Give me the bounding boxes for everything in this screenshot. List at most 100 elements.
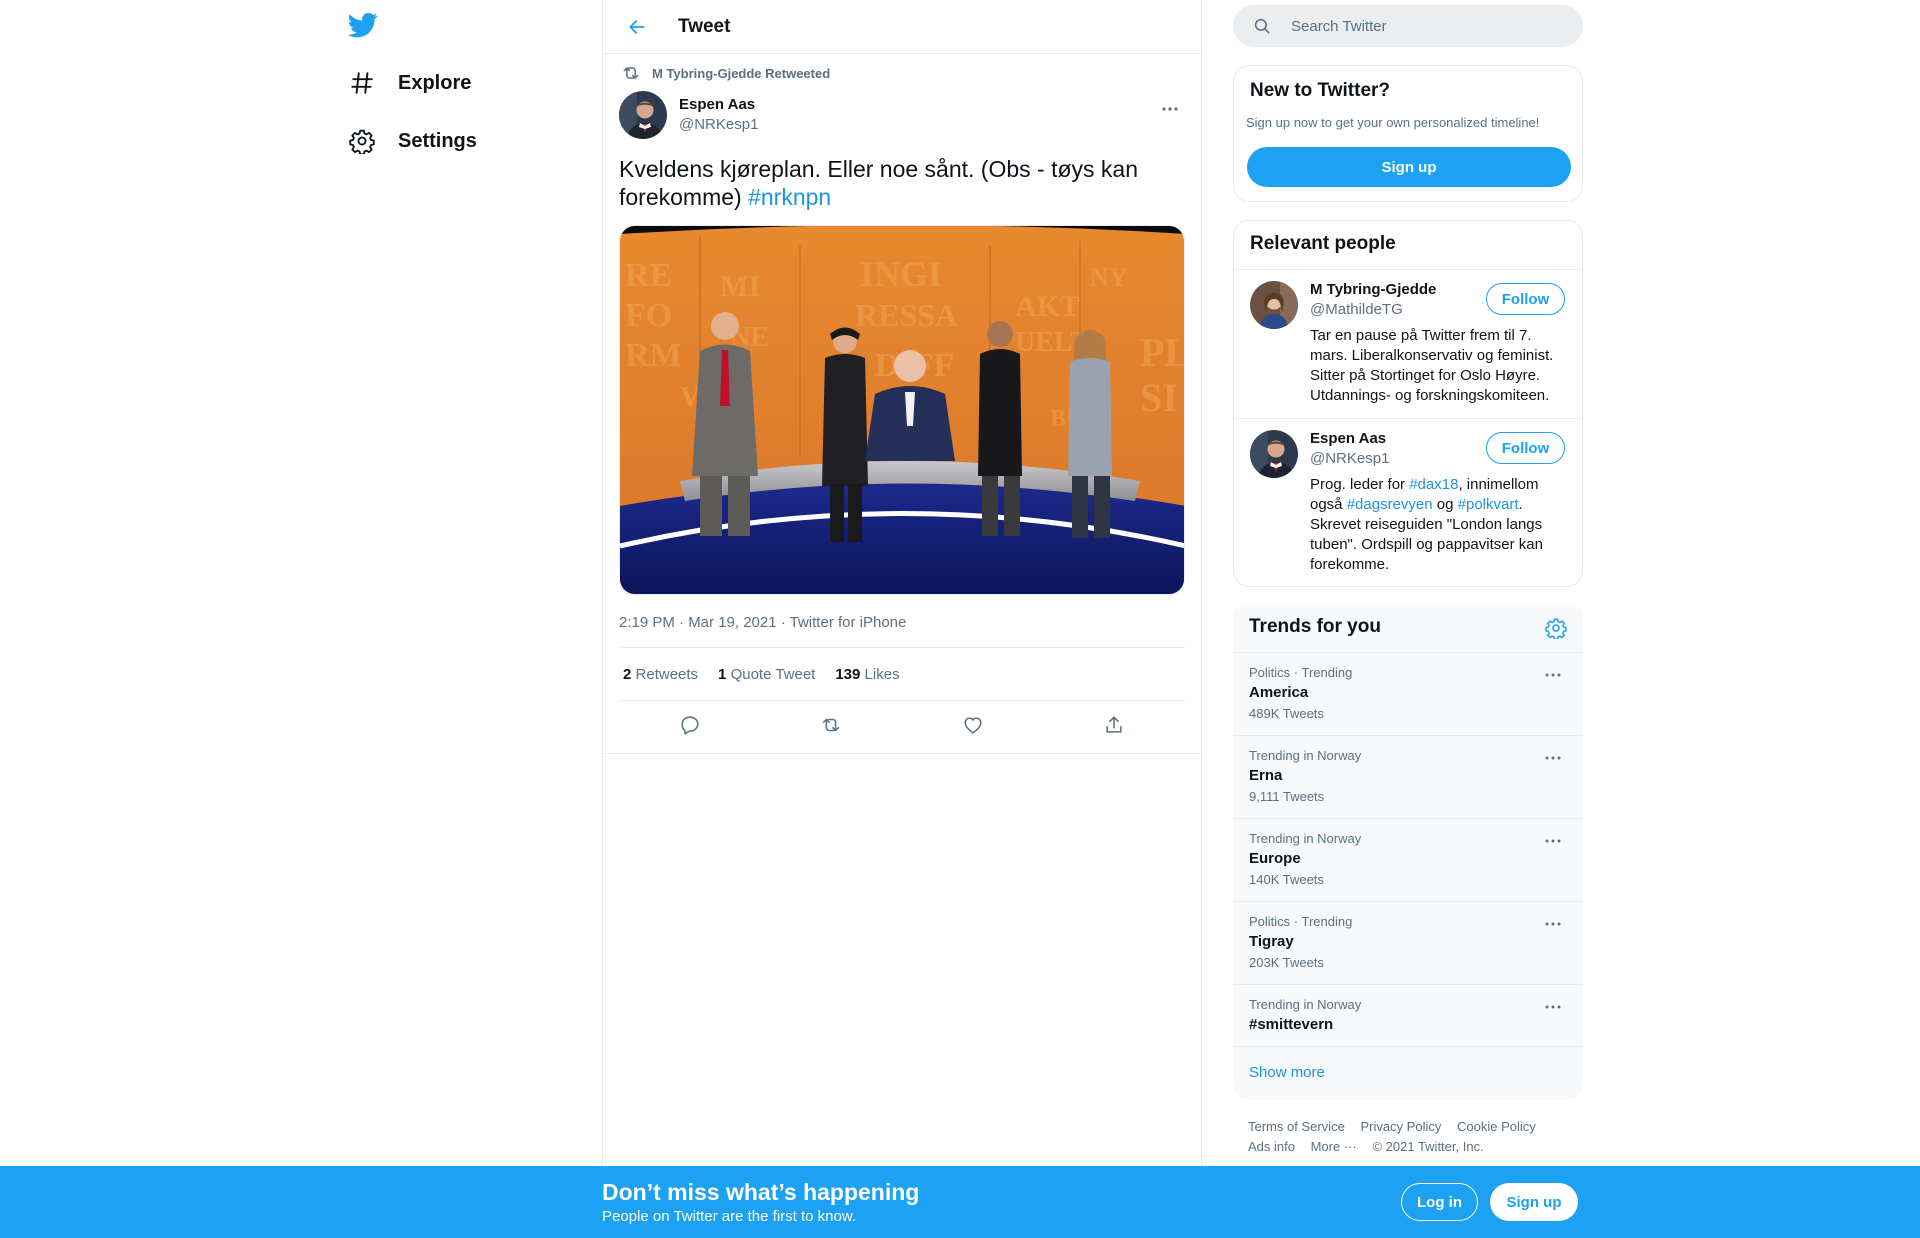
avatar[interactable] bbox=[1250, 430, 1298, 478]
nav-item-label: Explore bbox=[398, 71, 472, 94]
svg-text:AKT: AKT bbox=[1015, 290, 1080, 323]
trends-card: Trends for you Politics · Trending Ameri… bbox=[1233, 603, 1583, 1100]
svg-text:NY: NY bbox=[1090, 263, 1128, 292]
tweet-more-button[interactable] bbox=[1155, 94, 1185, 124]
follow-button[interactable]: Follow bbox=[1486, 432, 1565, 464]
ads-info-link[interactable]: Ads info bbox=[1248, 1139, 1295, 1154]
arrow-left-icon bbox=[627, 17, 647, 37]
twitter-bird-icon[interactable] bbox=[348, 10, 378, 40]
tweet-detail: M Tybring-Gjedde Retweeted Espen Aas @NR… bbox=[603, 56, 1201, 749]
svg-text:PL: PL bbox=[1140, 330, 1185, 375]
banner-title: Don’t miss what’s happening bbox=[602, 1179, 920, 1205]
trend-item[interactable]: Trending in Norway Europe 140K Tweets bbox=[1233, 818, 1583, 902]
trend-count: 9,111 Tweets bbox=[1249, 789, 1325, 804]
trend-name: #smittevern bbox=[1249, 1016, 1334, 1033]
quote-tweets-stat[interactable]: 1 Quote Tweet bbox=[718, 666, 815, 683]
nav-item-label: Settings bbox=[398, 129, 477, 152]
trend-meta: Trending in Norway bbox=[1249, 748, 1362, 763]
trend-count: 489K Tweets bbox=[1249, 706, 1324, 721]
more-icon[interactable] bbox=[1539, 665, 1567, 685]
author-names: Espen Aas @NRKesp1 bbox=[679, 95, 758, 135]
trend-meta: Trending in Norway bbox=[1249, 997, 1362, 1012]
divider bbox=[1234, 418, 1582, 419]
show-more-link[interactable]: Show more bbox=[1249, 1064, 1325, 1081]
card-subtitle: Sign up now to get your own personalized… bbox=[1246, 115, 1540, 130]
trend-item[interactable]: Trending in Norway #smittevern bbox=[1233, 984, 1583, 1047]
person-handle[interactable]: @NRKesp1 bbox=[1310, 450, 1389, 467]
svg-text:MI: MI bbox=[720, 270, 760, 303]
search-box[interactable] bbox=[1233, 5, 1583, 47]
search-input[interactable] bbox=[1289, 16, 1553, 36]
cookie-link[interactable]: Cookie Policy bbox=[1457, 1119, 1536, 1134]
card-title: Relevant people bbox=[1250, 233, 1396, 254]
retweet-context: M Tybring-Gjedde Retweeted bbox=[621, 56, 1185, 90]
card-title: New to Twitter? bbox=[1250, 80, 1391, 101]
new-to-twitter-card: New to Twitter? Sign up now to get your … bbox=[1233, 65, 1583, 202]
tweet-body: Kveldens kjøreplan. Eller noe sånt. (Obs… bbox=[619, 156, 1138, 210]
signup-banner: Don’t miss what’s happening People on Tw… bbox=[0, 1166, 1920, 1238]
main-column: Tweet M Tybring-Gjedde Retweeted Espen A… bbox=[602, 0, 1202, 1238]
divider bbox=[1234, 269, 1582, 270]
page-header: Tweet bbox=[603, 0, 1201, 54]
trend-item[interactable]: Trending in Norway Erna 9,111 Tweets bbox=[1233, 735, 1583, 819]
retweets-label: Retweets bbox=[635, 665, 699, 683]
person-bio: Prog. leder for #dax18, innimellom også … bbox=[1310, 475, 1560, 575]
author-name[interactable]: Espen Aas bbox=[679, 95, 758, 115]
relevant-people-card: Relevant people M Tybring-Gjedde @Mathil… bbox=[1233, 220, 1583, 587]
signup-button[interactable]: Sign up bbox=[1247, 147, 1571, 187]
banner-subtitle: People on Twitter are the first to know. bbox=[602, 1208, 857, 1225]
retweets-stat[interactable]: 2 Retweets bbox=[623, 666, 698, 683]
more-link[interactable]: More ··· bbox=[1311, 1139, 1357, 1154]
more-icon[interactable] bbox=[1539, 914, 1567, 934]
login-button[interactable]: Log in bbox=[1401, 1183, 1478, 1221]
back-button[interactable] bbox=[619, 9, 655, 45]
trend-item[interactable]: Politics · Trending Tigray 203K Tweets bbox=[1233, 901, 1583, 985]
trend-meta: Trending in Norway bbox=[1249, 831, 1362, 846]
likes-stat[interactable]: 139 Likes bbox=[835, 666, 899, 683]
trend-item[interactable]: Politics · Trending America 489K Tweets bbox=[1233, 652, 1583, 736]
retweet-button[interactable] bbox=[814, 708, 848, 742]
tweet-text: Kveldens kjøreplan. Eller noe sånt. (Obs… bbox=[619, 155, 1185, 211]
person-bio: Tar en pause på Twitter frem til 7. mars… bbox=[1310, 327, 1554, 404]
hashtag-link[interactable]: #dax18 bbox=[1409, 476, 1458, 493]
avatar[interactable] bbox=[1250, 281, 1298, 329]
like-button[interactable] bbox=[956, 708, 990, 742]
svg-text:RESSA: RESSA bbox=[855, 297, 958, 333]
follow-button[interactable]: Follow bbox=[1486, 283, 1565, 315]
person-name[interactable]: M Tybring-Gjedde bbox=[1310, 281, 1436, 298]
page-title: Tweet bbox=[678, 15, 731, 37]
banner-signup-button[interactable]: Sign up bbox=[1490, 1183, 1578, 1221]
person-handle[interactable]: @MathildeTG bbox=[1310, 301, 1403, 318]
nav-item-settings[interactable]: Settings bbox=[349, 121, 477, 161]
svg-text:SI: SI bbox=[1140, 375, 1178, 420]
retweeted-by-text[interactable]: M Tybring-Gjedde Retweeted bbox=[652, 66, 830, 81]
avatar[interactable] bbox=[619, 91, 667, 139]
tweet-photo[interactable]: RE FO RM MI NE INGI RESSA DIFF AKT UELT … bbox=[619, 225, 1185, 595]
tweet-timestamp[interactable]: 2:19 PM · Mar 19, 2021 · Twitter for iPh… bbox=[619, 613, 1185, 648]
trend-meta: Politics · Trending bbox=[1249, 665, 1353, 680]
more-icon[interactable] bbox=[1539, 831, 1567, 851]
hashtag-icon bbox=[349, 70, 375, 96]
share-button[interactable] bbox=[1097, 708, 1131, 742]
bio-text: og bbox=[1432, 496, 1458, 513]
quotes-label: Quote Tweet bbox=[730, 665, 816, 683]
bio-text: Prog. leder for bbox=[1310, 476, 1410, 493]
trend-count: 203K Tweets bbox=[1249, 955, 1324, 970]
retweets-count: 2 bbox=[623, 665, 632, 683]
hashtag-link[interactable]: #dagsrevyen bbox=[1347, 496, 1433, 513]
terms-link[interactable]: Terms of Service bbox=[1248, 1119, 1345, 1134]
hashtag-link[interactable]: #polkvart bbox=[1458, 496, 1519, 513]
tweet-stats: 2 Retweets 1 Quote Tweet 139 Likes bbox=[619, 648, 1185, 701]
person-name[interactable]: Espen Aas bbox=[1310, 430, 1386, 447]
likes-count: 139 bbox=[835, 665, 861, 683]
more-icon[interactable] bbox=[1539, 997, 1567, 1017]
privacy-link[interactable]: Privacy Policy bbox=[1360, 1119, 1441, 1134]
reply-button[interactable] bbox=[673, 708, 707, 742]
author-handle[interactable]: @NRKesp1 bbox=[679, 115, 758, 135]
gear-icon[interactable] bbox=[1545, 617, 1567, 639]
more-icon[interactable] bbox=[1539, 748, 1567, 768]
hashtag-link[interactable]: #nrknpn bbox=[748, 184, 831, 210]
footer-links: Terms of Service Privacy Policy Cookie P… bbox=[1248, 1117, 1578, 1157]
nav-item-explore[interactable]: Explore bbox=[349, 63, 471, 103]
reply-icon bbox=[679, 714, 701, 736]
